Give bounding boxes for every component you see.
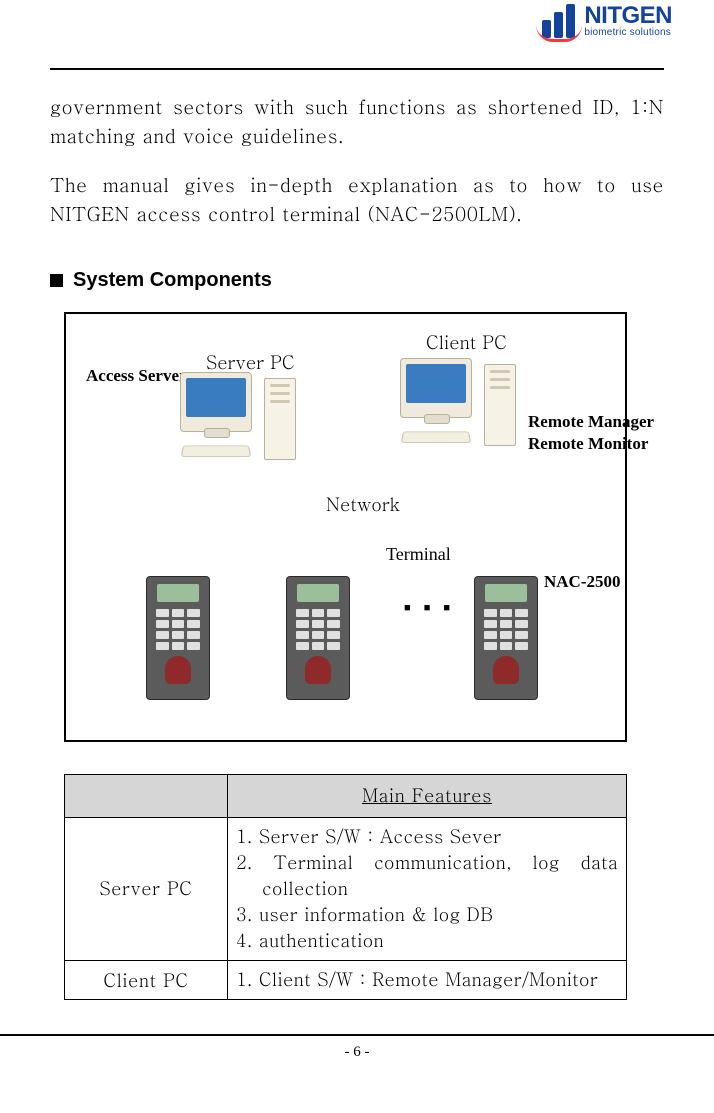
brand-tagline: biometric solutions: [584, 28, 672, 38]
section-title: System Components: [73, 269, 272, 292]
client-pc-icon: [400, 358, 510, 448]
brand-logo: NITGEN biometric solutions: [542, 4, 672, 38]
table-header-row: Main Features: [65, 774, 627, 817]
page-header: NITGEN biometric solutions: [50, 0, 664, 70]
bullet-square-icon: [50, 274, 63, 287]
network-lines-icon: [66, 314, 366, 464]
label-network: Network: [326, 492, 400, 517]
ellipsis-dots-icon: ■ ■ ■: [404, 602, 455, 614]
label-remote-manager: Remote Manager: [528, 412, 654, 432]
section-heading: System Components: [50, 269, 664, 292]
row-content-client: 1. Client S/W : Remote Manager/Monitor: [228, 961, 627, 1000]
logo-arc-icon: [536, 25, 582, 42]
footer-divider: [0, 1034, 714, 1036]
header-divider: [50, 68, 664, 70]
label-terminal: Terminal: [386, 544, 451, 565]
terminal-device-icon: [474, 576, 538, 700]
label-nac2500: NAC-2500: [544, 572, 621, 592]
terminal-device-icon: [146, 576, 210, 700]
table-header-blank: [65, 774, 228, 817]
label-client-pc: Client PC: [426, 330, 507, 355]
row-label-client: Client PC: [65, 961, 228, 1000]
terminal-device-icon: [286, 576, 350, 700]
table-row: Client PC 1. Client S/W : Remote Manager…: [65, 961, 627, 1000]
table-row: Server PC 1. Server S/W : Access Sever 2…: [65, 817, 627, 960]
row-label-server: Server PC: [65, 817, 228, 960]
brand-name: NITGEN: [584, 4, 672, 28]
system-diagram: Server PC Access Server Client PC Remote…: [64, 312, 627, 742]
intro-paragraph-1: government sectors with such functions a…: [50, 92, 664, 151]
page: NITGEN biometric solutions government se…: [0, 0, 714, 1091]
intro-paragraph-2: The manual gives in-depth explanation as…: [50, 170, 664, 229]
features-table: Main Features Server PC 1. Server S/W : …: [64, 774, 627, 1001]
table-header-main: Main Features: [228, 774, 627, 817]
label-remote-monitor: Remote Monitor: [528, 434, 648, 454]
row-content-server: 1. Server S/W : Access Sever 2. Terminal…: [228, 817, 627, 960]
page-number: - 6 -: [50, 1044, 664, 1061]
